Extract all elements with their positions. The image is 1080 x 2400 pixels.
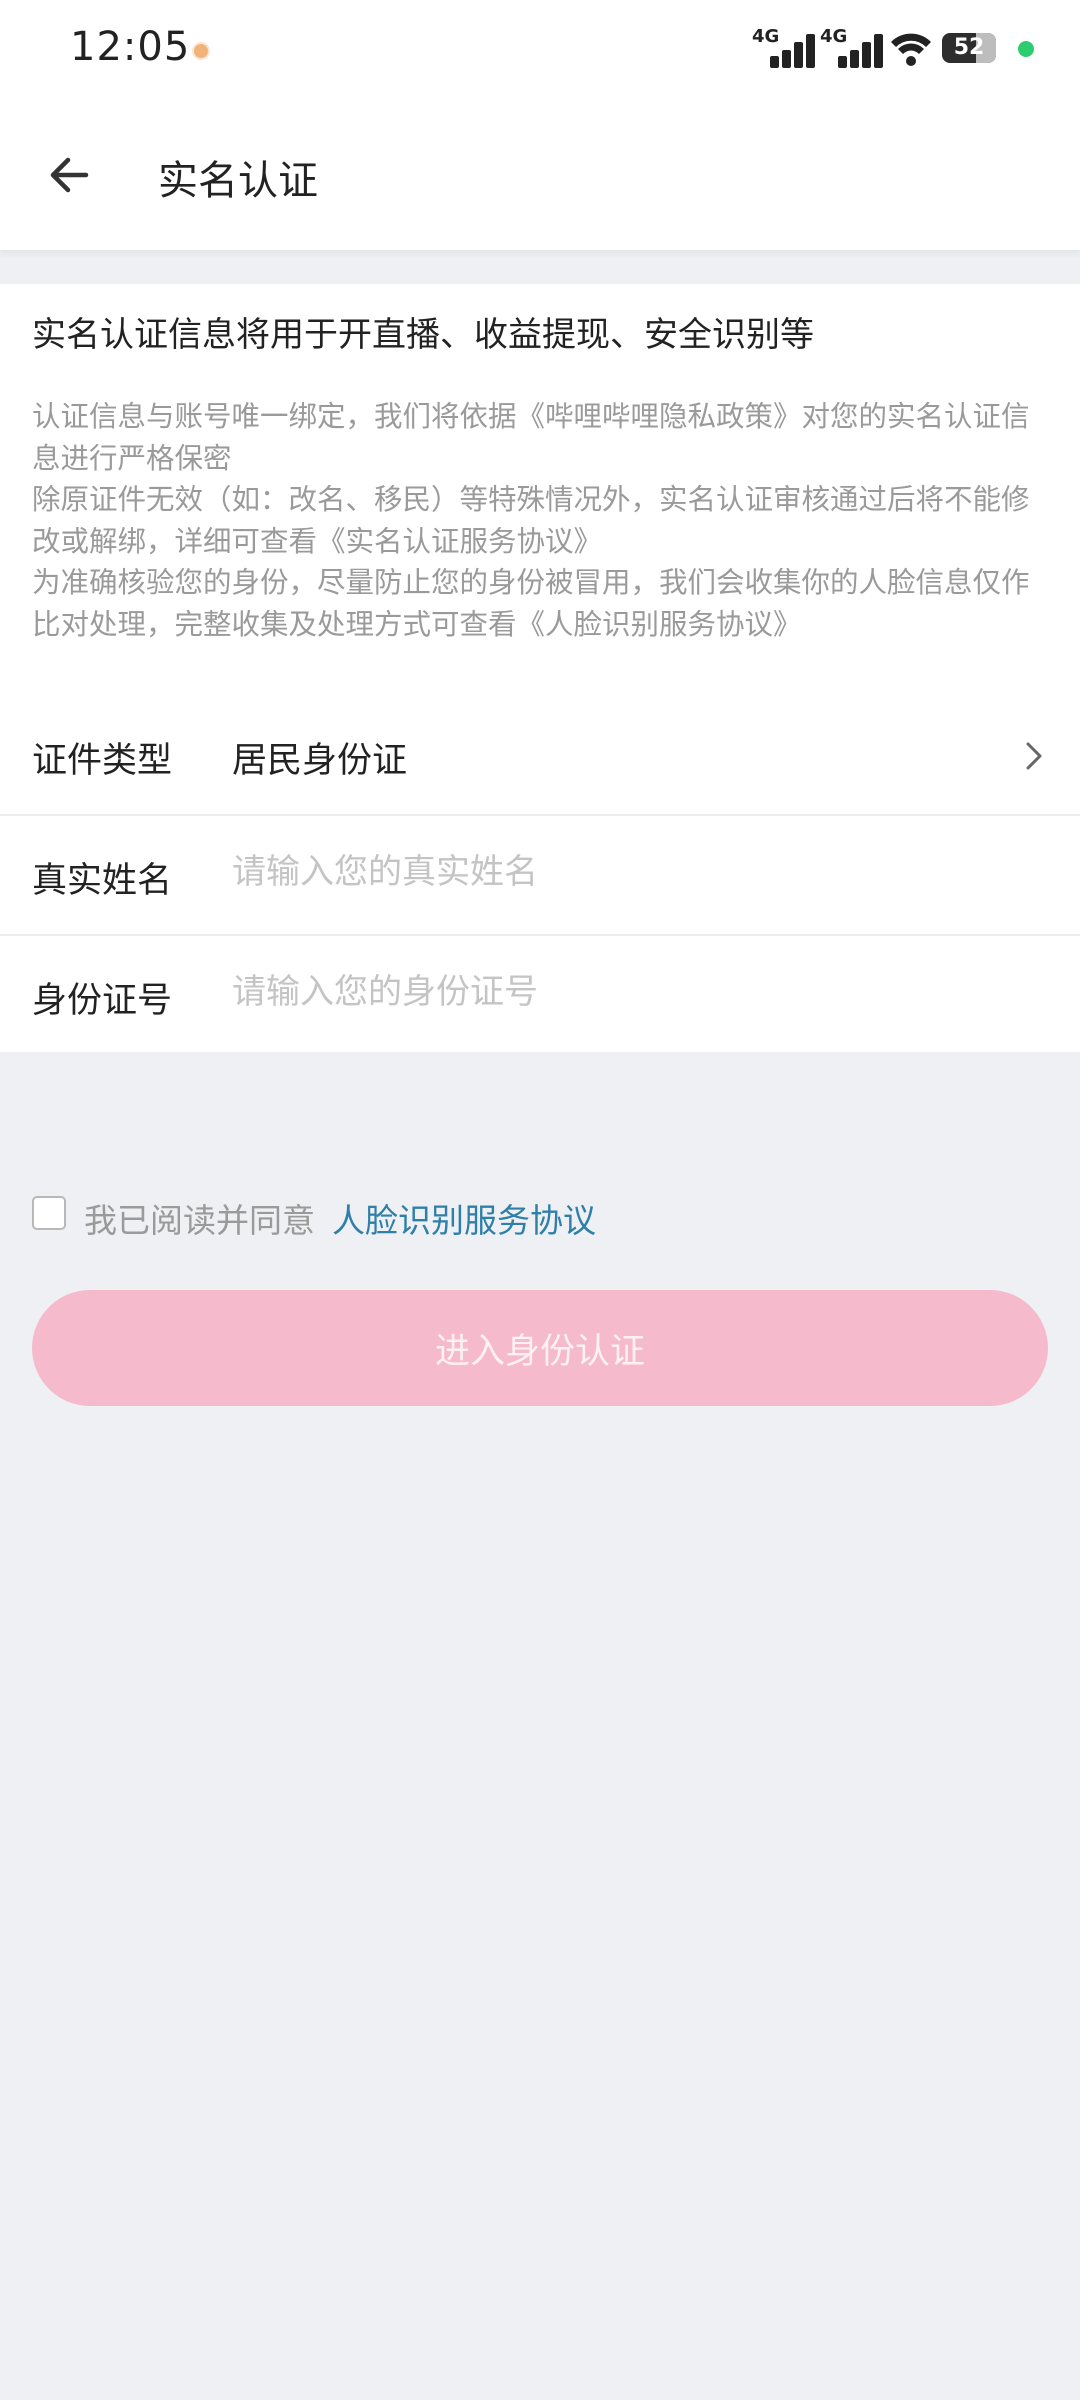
agreement-text: 我已阅读并同意 — [84, 1201, 315, 1240]
id-type-row[interactable]: 证件类型 居民身份证 — [0, 696, 1080, 814]
binding-note: 除原证件无效（如：改名、移民）等特殊情况外，实名认证审核通过后将不能修改或解绑，… — [32, 483, 1030, 558]
face-data-note: 为准确核验您的身份，尽量防止您的身份被冒用，我们会收集你的人脸信息仅作比对处理，… — [32, 566, 1030, 641]
real-name-row: 真实姓名 — [0, 816, 1080, 934]
page-title: 实名认证 — [158, 158, 318, 204]
notification-dot-icon — [192, 42, 210, 60]
face-recognition-agreement-link[interactable]: 人脸识别服务协议 — [332, 1194, 596, 1242]
agreement-checkbox[interactable] — [32, 1196, 66, 1230]
id-number-row: 身份证号 — [0, 936, 1080, 1054]
privacy-note: 认证信息与账号唯一绑定，我们将依据《哔哩哔哩隐私政策》对您的实名认证信息进行严格… — [32, 400, 1030, 475]
id-type-label: 证件类型 — [32, 741, 173, 781]
arrow-left-icon[interactable] — [40, 142, 106, 208]
signal-type-label: 4G — [820, 26, 848, 47]
chevron-right-icon — [1026, 742, 1042, 770]
start-verification-button[interactable]: 进入身份认证 — [32, 1290, 1048, 1406]
wifi-icon — [891, 33, 931, 66]
status-bar: 12:05 4G 4G 52 — [0, 0, 1080, 100]
signal-type-label: 4G — [752, 26, 780, 47]
id-number-input[interactable] — [232, 964, 1032, 1020]
intro-notes: 认证信息与账号唯一绑定，我们将依据《哔哩哔哩隐私政策》对您的实名认证信息进行严格… — [32, 396, 1052, 645]
status-time: 12:05 — [70, 24, 191, 70]
camera-indicator-dot — [1018, 41, 1034, 57]
signal-icon: 4G — [752, 26, 818, 68]
real-name-input[interactable] — [232, 844, 1032, 900]
real-name-label: 真实姓名 — [32, 861, 173, 901]
battery-level: 52 — [953, 35, 985, 60]
id-number-label: 身份证号 — [32, 981, 173, 1021]
app-bar: 实名认证 — [0, 100, 1080, 250]
intro-headline: 实名认证信息将用于开直播、收益提现、安全识别等 — [32, 315, 814, 355]
agreement-row: 我已阅读并同意 人脸识别服务协议 — [32, 1190, 1052, 1240]
id-type-value: 居民身份证 — [232, 741, 408, 781]
battery-icon: 52 — [942, 33, 996, 63]
signal-icon: 4G — [820, 26, 886, 68]
verification-form-card: 实名认证信息将用于开直播、收益提现、安全识别等 认证信息与账号唯一绑定，我们将依… — [0, 284, 1080, 1052]
